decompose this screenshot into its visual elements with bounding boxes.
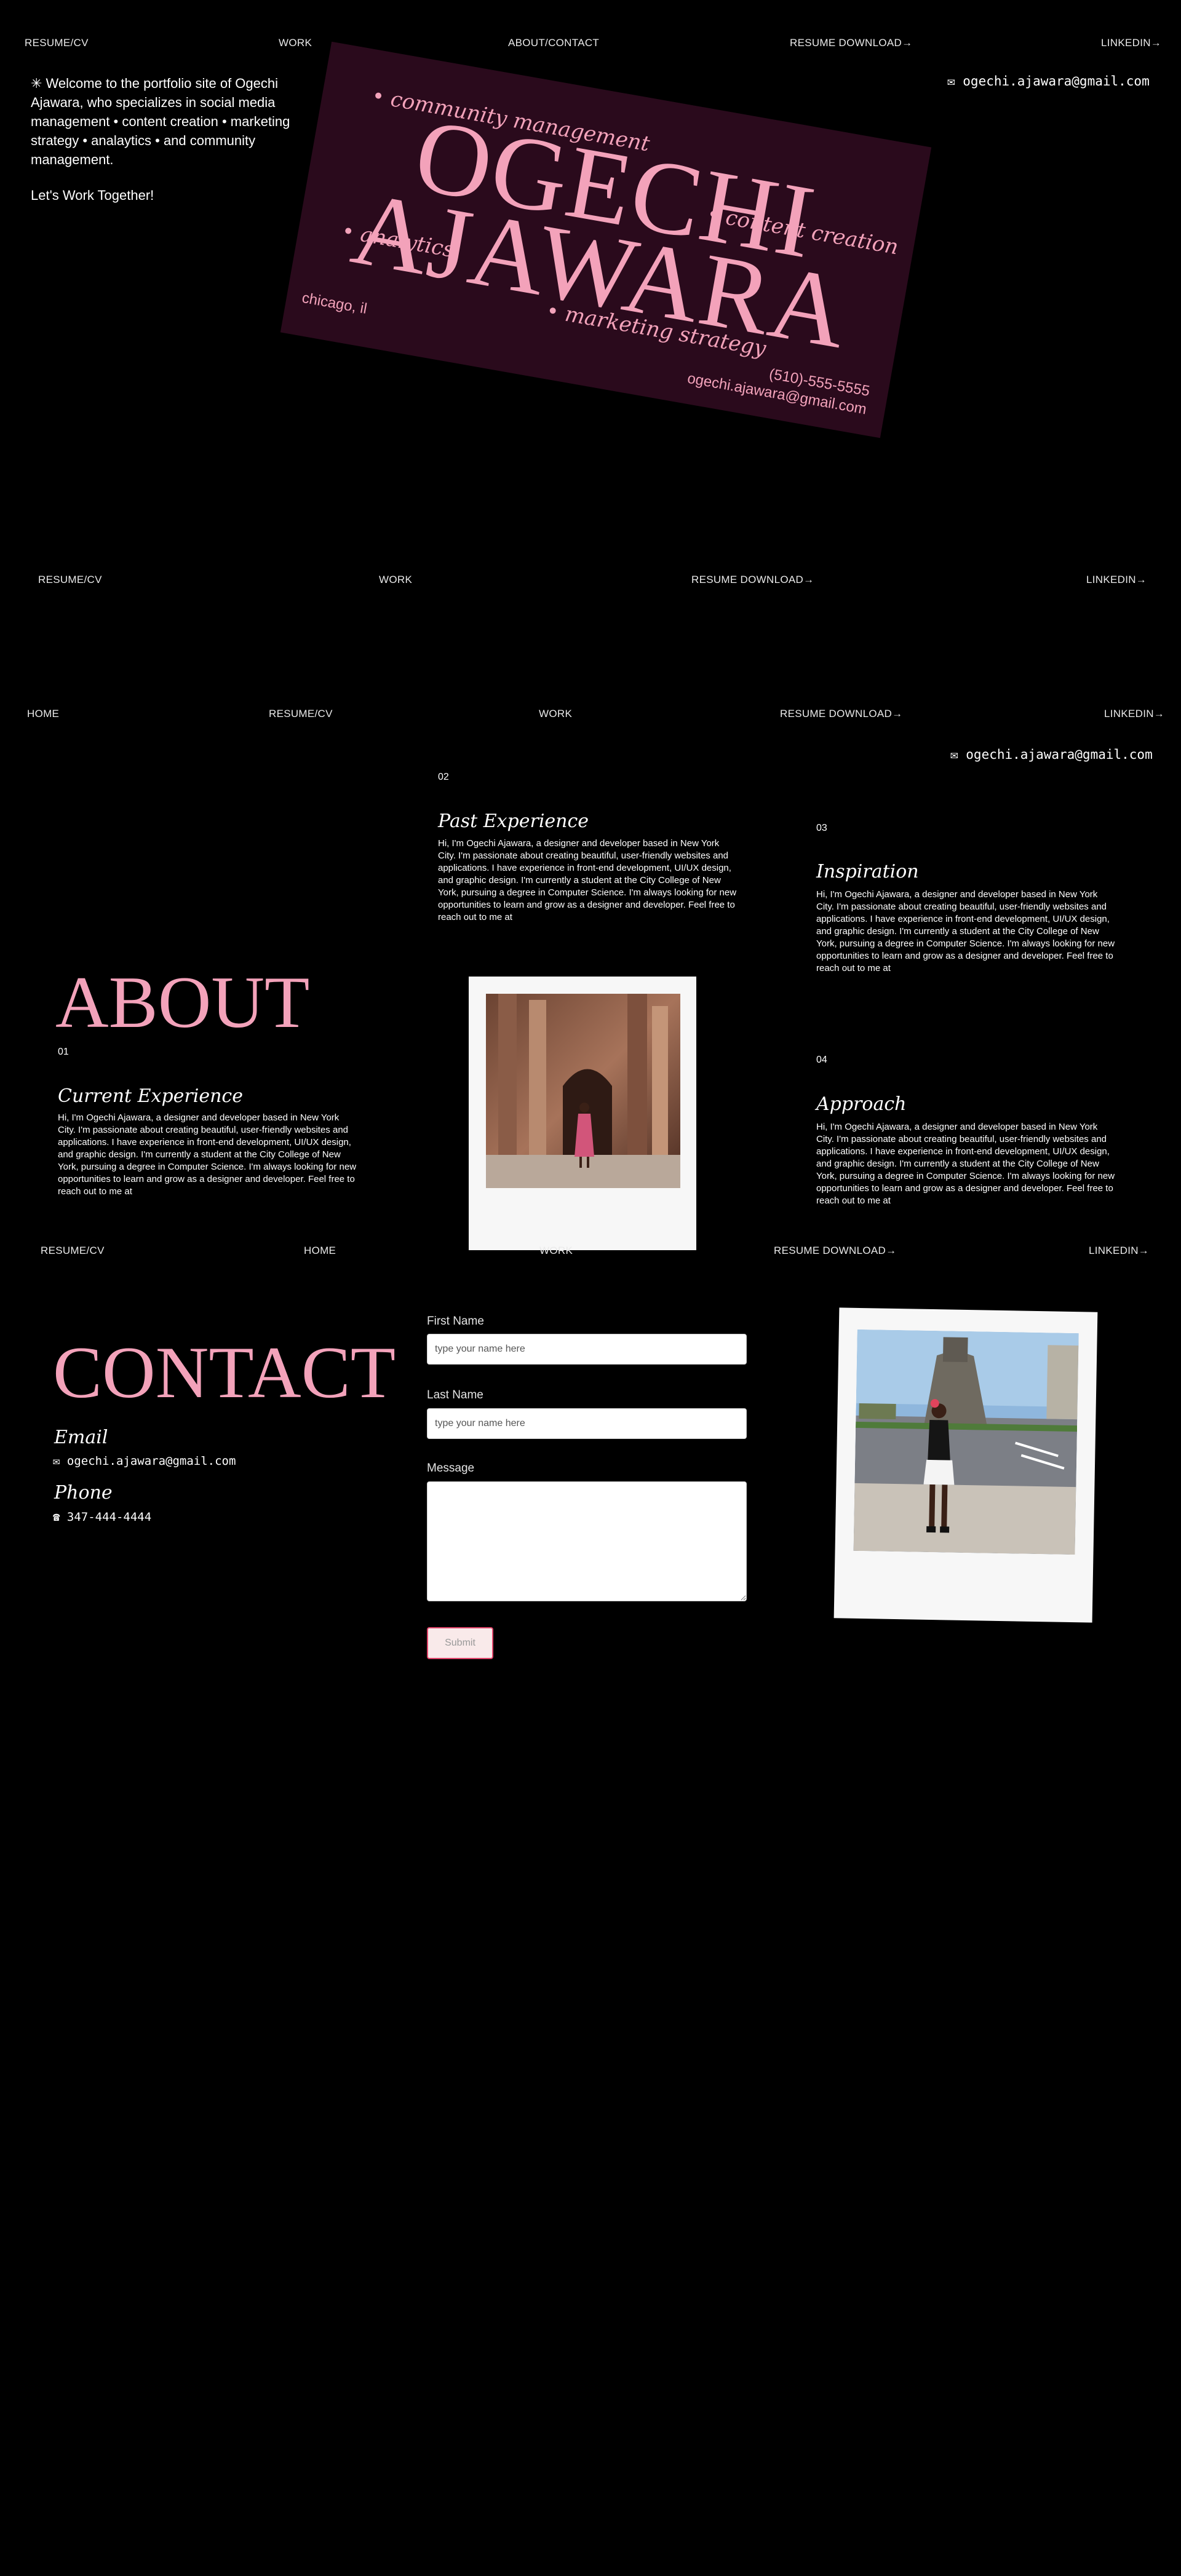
contact-nav: RESUME/CV HOME WORK RESUME DOWNLOAD→ LIN… (0, 1245, 1181, 1269)
contact-email[interactable]: ✉ ogechi.ajawara@gmail.com (53, 1454, 236, 1468)
first-name-input[interactable] (427, 1334, 747, 1365)
nav-linkedin-link[interactable]: LINKEDIN→ (1086, 574, 1147, 586)
contact-title: CONTACT (53, 1331, 396, 1413)
hero-intro: ✳ Welcome to the portfolio site of Ogech… (31, 76, 290, 167)
contact-photo (853, 1329, 1079, 1555)
section-text: Hi, I'm Ogechi Ajawara, a designer and d… (816, 889, 1115, 973)
nav-resume-link[interactable]: RESUME/CV (38, 574, 102, 586)
hero-email[interactable]: ✉ ogechi.ajawara@gmail.com (947, 74, 1150, 89)
hero-cta[interactable]: Let's Work Together! (31, 188, 154, 204)
nav-home-link[interactable]: HOME (304, 1245, 336, 1257)
submit-button[interactable]: Submit (427, 1627, 493, 1659)
section-heading: Current Experience (58, 1085, 243, 1107)
about-nav: HOME RESUME/CV WORK RESUME DOWNLOAD→ LIN… (0, 708, 1181, 732)
about-email[interactable]: ✉ ogechi.ajawara@gmail.com (950, 747, 1153, 762)
nav-resume-download-link[interactable]: RESUME DOWNLOAD→ (691, 574, 814, 586)
section-heading: Inspiration (816, 861, 919, 882)
section-number: 02 (438, 772, 449, 782)
nav-resume-link[interactable]: RESUME/CV (25, 37, 89, 49)
about-photo (486, 994, 680, 1188)
email-heading: Email (54, 1427, 108, 1448)
nav-resume-download-link[interactable]: RESUME DOWNLOAD→ (780, 708, 902, 720)
nav-linkedin-link[interactable]: LINKEDIN→ (1104, 708, 1164, 720)
business-card: • community management OGECHI • content … (280, 41, 932, 438)
nav-resume-download-link[interactable]: RESUME DOWNLOAD→ (790, 37, 912, 49)
section-heading: Approach (816, 1093, 907, 1115)
nav-resume-download-link[interactable]: RESUME DOWNLOAD→ (774, 1245, 896, 1257)
nav-home-link[interactable]: HOME (27, 708, 59, 720)
nav-work-link[interactable]: WORK (379, 574, 412, 586)
card-city: chicago, il (300, 289, 368, 318)
section-text: Hi, I'm Ogechi Ajawara, a designer and d… (58, 1112, 357, 1197)
message-textarea[interactable] (427, 1481, 747, 1601)
phone-heading: Phone (54, 1482, 113, 1504)
nav-about-contact-link[interactable]: ABOUT/CONTACT (508, 37, 599, 49)
section-number: 03 (816, 823, 827, 833)
contact-photo-frame (833, 1307, 1098, 1623)
nav-linkedin-link[interactable]: LINKEDIN→ (1101, 37, 1161, 49)
nav-resume-link[interactable]: RESUME/CV (41, 1245, 105, 1257)
contact-phone[interactable]: ☎ 347-444-4444 (53, 1510, 151, 1524)
section-text: Hi, I'm Ogechi Ajawara, a designer and d… (438, 838, 737, 922)
section-text: Hi, I'm Ogechi Ajawara, a designer and d… (816, 1122, 1115, 1206)
nav-work-link[interactable]: WORK (539, 1245, 573, 1257)
top-nav: RESUME/CV WORK ABOUT/CONTACT RESUME DOWN… (0, 37, 1181, 61)
first-name-label: First Name (427, 1315, 484, 1328)
nav-work-link[interactable]: WORK (279, 37, 312, 49)
section-heading: Past Experience (438, 810, 589, 832)
section-number: 04 (816, 1055, 827, 1065)
message-label: Message (427, 1462, 475, 1475)
nav-linkedin-link[interactable]: LINKEDIN→ (1089, 1245, 1149, 1257)
second-nav: RESUME/CV WORK RESUME DOWNLOAD→ LINKEDIN… (0, 574, 1181, 598)
last-name-input[interactable] (427, 1408, 747, 1439)
nav-work-link[interactable]: WORK (539, 708, 572, 720)
nav-resume-link[interactable]: RESUME/CV (269, 708, 333, 720)
last-name-label: Last Name (427, 1389, 483, 1401)
section-number: 01 (58, 1047, 69, 1057)
about-title: ABOUT (55, 961, 310, 1043)
about-photo-frame (469, 977, 696, 1250)
